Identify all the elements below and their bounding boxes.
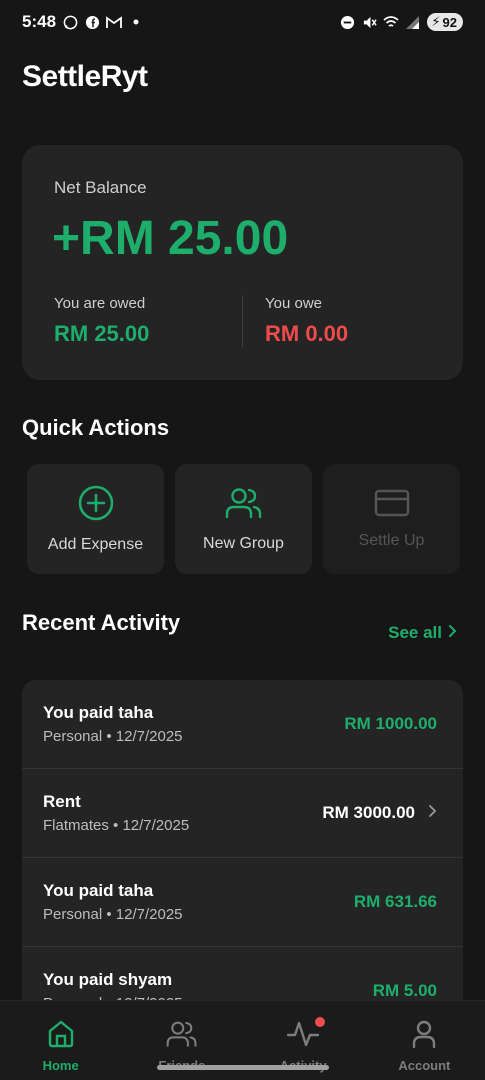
add-expense-button[interactable]: Add Expense xyxy=(27,464,164,574)
new-group-label: New Group xyxy=(203,534,284,552)
activity-list: You paid taha Personal • 12/7/2025 RM 10… xyxy=(22,680,463,1010)
nav-account[interactable]: Account xyxy=(374,1001,474,1073)
mute-icon xyxy=(361,14,377,30)
nav-friends[interactable]: Friends xyxy=(132,1001,232,1073)
notification-badge xyxy=(315,1017,326,1027)
battery-icon: ⚡ xyxy=(431,14,441,29)
home-icon xyxy=(46,1019,76,1054)
nav-home[interactable]: Home xyxy=(11,1001,111,1073)
balance-divider xyxy=(242,295,243,347)
activity-title: You paid taha xyxy=(43,703,154,722)
nav-activity[interactable]: Activity xyxy=(253,1001,353,1073)
activity-amount: RM 1000.00 xyxy=(344,714,437,733)
activity-title: You paid taha xyxy=(43,881,154,900)
see-all-label: See all xyxy=(388,623,442,642)
chevron-right-icon xyxy=(448,623,457,643)
users-icon xyxy=(225,486,263,525)
battery-level: 92 xyxy=(442,14,457,30)
status-bar: 5:48 ⚡ 92 xyxy=(0,0,485,44)
see-all-link[interactable]: See all xyxy=(388,623,457,643)
gmail-icon xyxy=(106,14,122,30)
home-indicator[interactable] xyxy=(157,1065,329,1070)
owed-label: You are owed xyxy=(54,295,146,312)
quick-actions-row: Add Expense New Group Settle Up xyxy=(27,464,460,574)
whatsapp-icon xyxy=(62,14,78,30)
facebook-icon xyxy=(84,14,100,30)
new-group-button[interactable]: New Group xyxy=(175,464,312,574)
settle-up-label: Settle Up xyxy=(358,531,425,549)
nav-home-label: Home xyxy=(42,1058,79,1073)
net-balance-amount: +RM 25.00 xyxy=(52,212,289,265)
status-left: 5:48 xyxy=(22,12,144,32)
net-balance-label: Net Balance xyxy=(54,178,147,197)
do-not-disturb-icon xyxy=(339,14,355,30)
card-icon xyxy=(374,489,410,522)
activity-subtitle: Personal • 12/7/2025 xyxy=(43,728,183,745)
activity-item[interactable]: You paid taha Personal • 12/7/2025 RM 10… xyxy=(22,680,463,769)
plus-circle-icon xyxy=(78,485,114,526)
chevron-right-icon xyxy=(428,803,437,823)
nav-account-label: Account xyxy=(398,1058,451,1073)
app-logo: SettleRyt xyxy=(22,60,148,93)
user-icon xyxy=(409,1019,439,1054)
net-balance-card: Net Balance +RM 25.00 You are owed RM 25… xyxy=(22,145,463,380)
notification-dot-icon xyxy=(128,14,144,30)
quick-actions-title: Quick Actions xyxy=(22,415,170,440)
activity-amount: RM 5.00 xyxy=(372,981,437,1000)
activity-amount: RM 3000.00 xyxy=(322,803,415,822)
activity-title: Rent xyxy=(43,792,81,811)
owed-amount: RM 25.00 xyxy=(54,321,150,346)
owe-label: You owe xyxy=(265,295,322,312)
owe-amount: RM 0.00 xyxy=(265,321,349,346)
signal-icon xyxy=(405,14,421,30)
battery-indicator: ⚡ 92 xyxy=(427,13,463,31)
settle-up-button[interactable]: Settle Up xyxy=(323,464,460,574)
activity-subtitle: Personal • 12/7/2025 xyxy=(43,906,183,923)
add-expense-label: Add Expense xyxy=(47,535,144,553)
activity-item[interactable]: Rent Flatmates • 12/7/2025 RM 3000.00 xyxy=(22,769,463,858)
users-icon xyxy=(166,1019,198,1054)
activity-icon xyxy=(286,1019,320,1054)
status-time: 5:48 xyxy=(22,12,57,31)
activity-subtitle: Flatmates • 12/7/2025 xyxy=(43,817,190,834)
status-right: ⚡ 92 xyxy=(339,13,463,31)
activity-item[interactable]: You paid taha Personal • 12/7/2025 RM 63… xyxy=(22,858,463,947)
activity-title: You paid shyam xyxy=(43,970,173,989)
activity-amount: RM 631.66 xyxy=(353,892,437,911)
wifi-icon xyxy=(383,14,399,30)
recent-activity-title: Recent Activity xyxy=(22,610,181,635)
